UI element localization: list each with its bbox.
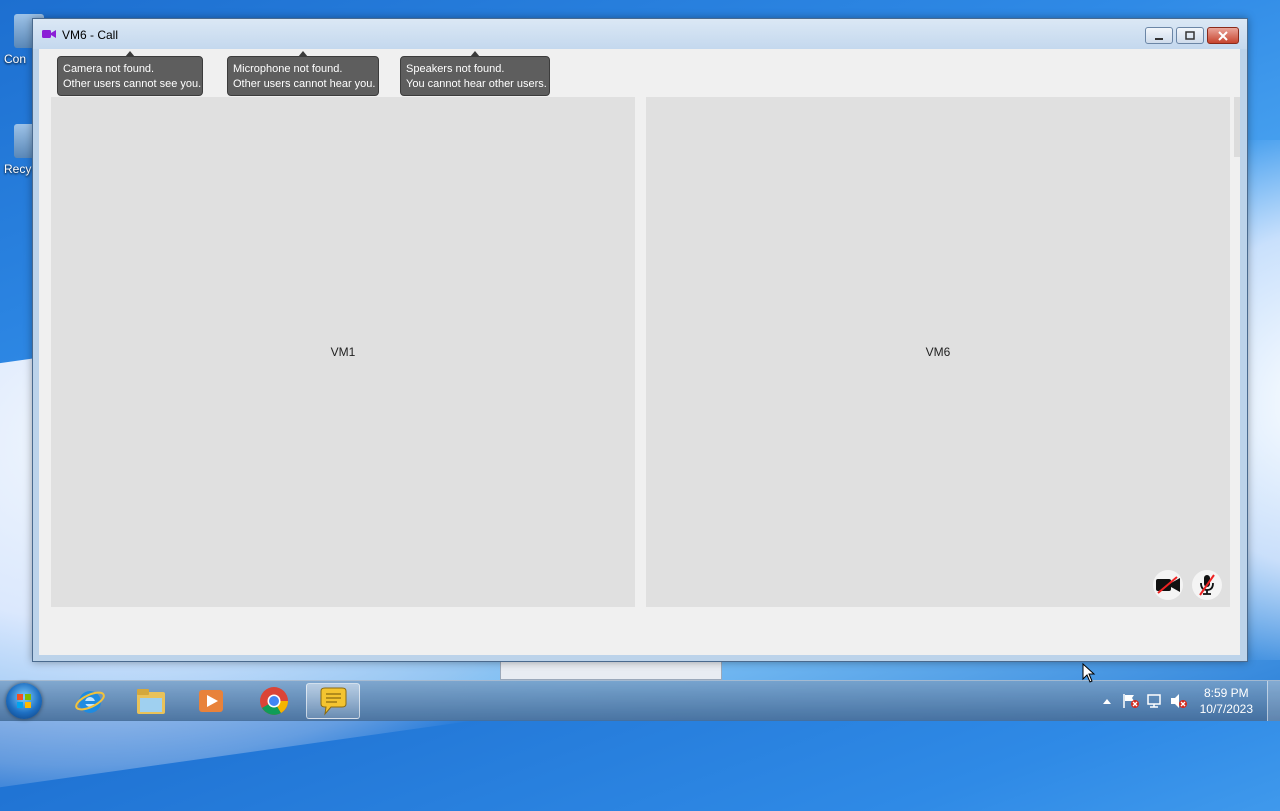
tooltip-line: Other users cannot hear you. xyxy=(233,78,376,90)
tooltip-line: Speakers not found. xyxy=(406,63,505,75)
chrome-icon xyxy=(260,687,288,715)
tooltip-line: Microphone not found. xyxy=(233,63,343,75)
microphone-warning-tooltip: Microphone not found. Other users cannot… xyxy=(227,51,379,96)
scrollbar[interactable] xyxy=(1234,97,1240,157)
clock-date: 10/7/2023 xyxy=(1199,702,1253,716)
participant-name: VM6 xyxy=(925,345,951,359)
call-window: VM6 - Call Camera not found. Other users… xyxy=(32,18,1248,662)
taskbar: 8:59 PM 10/7/2023 xyxy=(0,680,1280,721)
taskbar-internet-explorer[interactable] xyxy=(63,683,117,719)
background-window[interactable] xyxy=(500,660,722,680)
network-icon xyxy=(1146,694,1161,708)
desktop-icon-label: Recy xyxy=(4,162,32,176)
system-tray: 8:59 PM 10/7/2023 xyxy=(1098,681,1280,721)
participant-tile-vm6[interactable]: VM6 xyxy=(646,97,1230,607)
action-center-flag-icon xyxy=(1122,694,1139,708)
action-center-button[interactable] xyxy=(1122,693,1140,709)
taskbar-file-explorer[interactable] xyxy=(124,683,178,719)
camera-warning-tooltip: Camera not found. Other users cannot see… xyxy=(57,51,203,96)
show-hidden-icons-arrow xyxy=(1102,699,1111,704)
maximize-button[interactable] xyxy=(1176,27,1204,44)
close-icon xyxy=(1218,30,1228,41)
chat-app-icon xyxy=(320,687,347,716)
microphone-toggle-button[interactable] xyxy=(1192,570,1222,600)
taskbar-chrome[interactable] xyxy=(247,683,301,719)
call-client-area: Camera not found. Other users cannot see… xyxy=(39,49,1240,655)
participant-tile-vm1[interactable]: VM1 xyxy=(51,97,635,607)
internet-explorer-icon xyxy=(75,691,105,713)
volume-button[interactable] xyxy=(1170,693,1188,709)
mouse-cursor-icon xyxy=(1082,663,1096,683)
video-camera-icon xyxy=(42,30,56,38)
participant-name: VM1 xyxy=(330,345,356,359)
taskbar-clock[interactable]: 8:59 PM 10/7/2023 xyxy=(1200,685,1253,717)
file-explorer-icon xyxy=(137,689,165,714)
minimize-icon xyxy=(1155,37,1163,40)
show-hidden-icons-button[interactable] xyxy=(1098,693,1116,709)
maximize-icon xyxy=(1185,31,1195,40)
minimize-button[interactable] xyxy=(1145,27,1173,44)
network-button[interactable] xyxy=(1146,693,1164,709)
speakers-warning-tooltip: Speakers not found. You cannot hear othe… xyxy=(400,51,550,96)
desktop-icon-label: Con xyxy=(4,52,27,66)
tooltip-line: Camera not found. xyxy=(63,63,155,75)
taskbar-chat-app[interactable] xyxy=(306,683,360,719)
tooltip-line: You cannot hear other users. xyxy=(406,78,547,90)
camera-toggle-button[interactable] xyxy=(1153,570,1183,600)
window-title: VM6 - Call xyxy=(62,28,119,42)
microphone-off-icon xyxy=(1199,574,1215,596)
tooltip-line: Other users cannot see you. xyxy=(63,78,202,90)
close-button[interactable] xyxy=(1207,27,1239,44)
start-button[interactable] xyxy=(6,683,42,719)
media-player-icon xyxy=(199,690,223,712)
volume-muted-icon xyxy=(1170,694,1187,708)
title-bar[interactable]: VM6 - Call xyxy=(33,19,1247,49)
windows-logo-icon xyxy=(17,694,31,708)
camera-off-icon xyxy=(1156,576,1180,594)
taskbar-media-player[interactable] xyxy=(184,683,238,719)
show-desktop-button[interactable] xyxy=(1267,681,1280,721)
clock-time: 8:59 PM xyxy=(1203,686,1249,700)
